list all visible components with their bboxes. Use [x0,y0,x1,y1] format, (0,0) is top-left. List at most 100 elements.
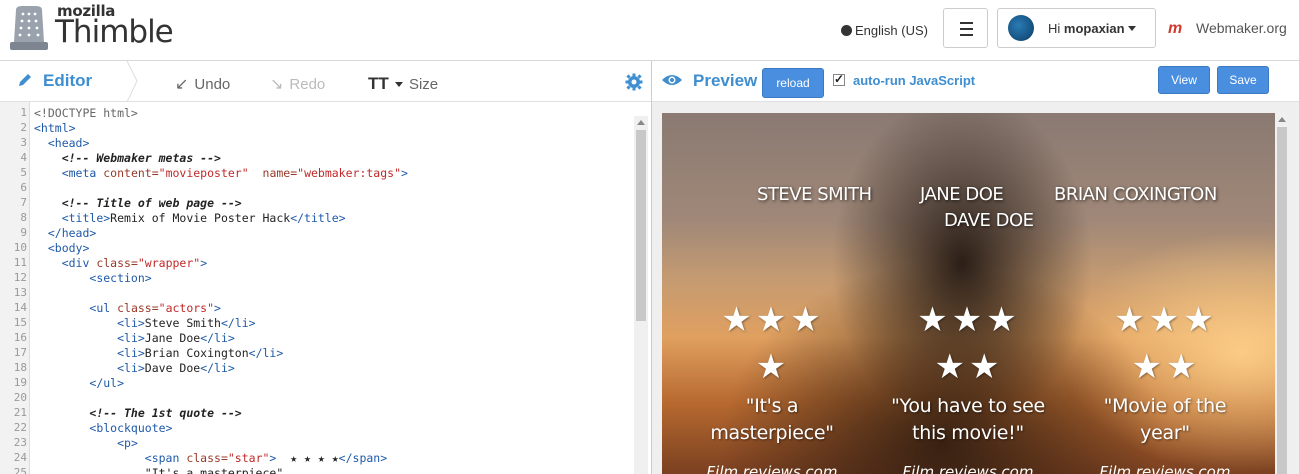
editor-scrollbar-thumb[interactable] [636,130,646,321]
review-quote: "You have to see this movie!" [883,393,1053,447]
code-token: <ul [89,301,118,315]
code-line[interactable]: <li>Brian Coxington</li> [34,346,283,360]
code-token: Steve Smith [144,316,221,330]
code-line[interactable]: <li>Jane Doe</li> [34,331,235,345]
auto-run-checkbox[interactable] [833,72,845,86]
avatar [1008,15,1034,41]
code-token: <head> [47,136,90,150]
line-number: 19 [13,376,27,389]
font-size-button[interactable]: TT Size [368,74,438,94]
code-line[interactable]: <li>Steve Smith</li> [34,316,256,330]
line-number: 7 [20,196,27,209]
gear-icon[interactable] [625,73,643,91]
line-number: 24 [13,451,27,464]
code-line[interactable]: <title>Remix of Movie Poster Hack</title… [34,211,346,225]
editor-toolbar: Editor ↙ Undo ↘ Redo TT Size [0,61,651,102]
line-number: 1 [20,106,27,119]
undo-label: Undo [194,76,231,93]
code-line[interactable]: <p> [34,436,138,450]
line-number: 5 [20,166,27,179]
code-token: </li> [248,346,284,360]
line-number: 21 [13,406,27,419]
movie-poster-preview: STEVE SMITH JANE DOE BRIAN COXINGTON DAV… [662,113,1275,474]
code-token: </li> [200,361,235,375]
save-button[interactable]: Save [1217,66,1269,94]
code-line[interactable]: "It's a masterpiece" [34,466,283,474]
code-line[interactable]: <div class="wrapper"> [34,256,207,270]
language-selector[interactable]: English (US) [841,23,928,38]
webmaker-logo-icon[interactable]: m [1168,20,1182,38]
auto-run-toggle[interactable]: auto-run JavaScript [833,72,976,88]
scroll-up-icon[interactable] [637,120,645,125]
code-token: <body> [47,241,90,255]
code-token: > [214,301,221,315]
quote-line: "Movie of the [1103,395,1227,417]
code-editor[interactable]: 1 2 3 4 5 6 7 8 9 10 11 12 13 14 15 16 17 18 19 20 21 22 23 24 2… [0,102,651,474]
preview-tab[interactable]: Preview [661,71,757,91]
chevron-down-icon [1127,26,1136,31]
code-token: <span [144,451,187,465]
actor-name: STEVE SMITH [757,184,872,205]
quote-line: year" [1140,422,1190,444]
user-menu-button[interactable]: Hi mopaxian [997,8,1156,48]
code-line[interactable]: <meta content="movieposter" name="webmak… [34,166,408,180]
code-line[interactable]: <li>Dave Doe</li> [34,361,235,375]
code-line[interactable]: </head> [34,226,96,240]
breadcrumb-chevron [126,61,138,102]
menu-button[interactable] [943,8,988,48]
code-token: "It's a masterpiece" [144,466,284,474]
undo-arrow-icon: ↙ [175,76,189,93]
line-number: 18 [13,361,27,374]
reload-button[interactable]: reload [762,68,824,98]
code-token: > [200,256,208,270]
review-source: Film reviews.com [1099,463,1231,474]
scroll-up-icon[interactable] [1278,117,1286,122]
webmaker-link[interactable]: Webmaker.org [1196,20,1287,36]
username: mopaxian [1063,21,1125,36]
line-number: 13 [13,286,27,299]
code-line[interactable]: <blockquote> [34,421,172,435]
redo-button[interactable]: ↘ Redo [270,74,325,94]
code-line[interactable]: <ul class="actors"> [34,301,221,315]
code-line[interactable]: <section> [34,271,151,285]
actor-name: JANE DOE [920,184,1004,205]
line-number: 16 [13,331,27,344]
code-line[interactable]: <span class="star"> ★ ★ ★ ★</span> [34,451,387,465]
code-line[interactable]: </ul> [34,376,124,390]
code-line[interactable]: <body> [34,241,90,255]
pencil-icon [19,74,31,86]
hamburger-bar [960,34,973,36]
code-line[interactable]: <!-- Webmaker metas --> [34,151,221,165]
top-header: mozilla Thimble English (US) Hi mopaxian… [0,0,1299,61]
code-token: "star" [227,451,270,465]
thimble-logo-icon[interactable] [8,4,50,52]
code-token: <title> [61,211,111,225]
code-line[interactable]: <!DOCTYPE html> [34,106,138,120]
code-line[interactable]: <html> [34,121,76,135]
code-token: "webmaker:tags" [297,166,401,180]
code-line[interactable]: <!-- Title of web page --> [34,196,242,210]
preview-title: Preview [693,71,758,90]
view-button[interactable]: View [1158,66,1210,94]
star-rating: ★★ [934,348,1004,386]
auto-run-label: auto-run JavaScript [853,73,976,88]
code-token: <!DOCTYPE html> [34,106,138,120]
code-line[interactable]: <head> [34,136,90,150]
code-line[interactable]: <!-- The 1st quote --> [34,406,241,420]
code-token: <!-- Title of web page --> [61,196,242,210]
preview-scrollbar-thumb[interactable] [1277,127,1287,474]
editor-tab[interactable]: Editor [17,71,92,91]
quote-line: this movie!" [912,422,1024,444]
actor-name: BRIAN COXINGTON [1054,184,1217,205]
line-number: 11 [13,256,27,269]
undo-button[interactable]: ↙ Undo [175,74,230,94]
